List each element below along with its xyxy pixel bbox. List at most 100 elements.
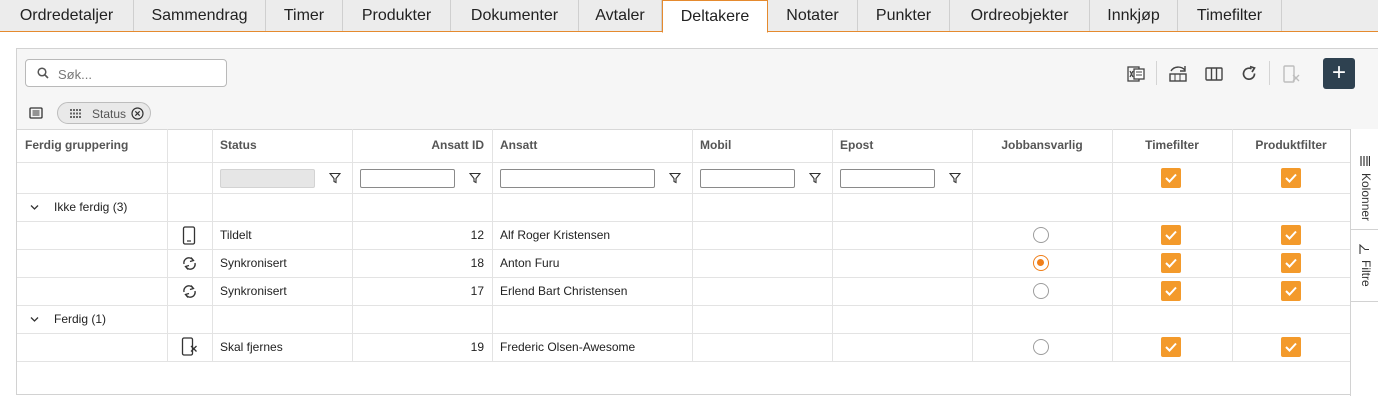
- checkmark-icon: [1165, 286, 1177, 296]
- tab-avtaler[interactable]: Avtaler: [579, 0, 662, 31]
- ansatt-cell: Frederic Olsen-Awesome: [500, 340, 636, 354]
- column-header-jobbansvarlig[interactable]: Jobbansvarlig: [972, 129, 1112, 162]
- tab-ordredetaljer[interactable]: Ordredetaljer: [0, 0, 134, 31]
- status-cell: Synkronisert: [220, 284, 287, 298]
- ansatt-id-cell: 12: [470, 228, 484, 242]
- status-cell: Synkronisert: [220, 256, 287, 270]
- sync-icon: [183, 257, 196, 270]
- tab-produkter[interactable]: Produkter: [343, 0, 451, 31]
- row-divider: [17, 249, 1350, 250]
- produktfilter-checkbox[interactable]: [1281, 281, 1301, 301]
- jobbansvarlig-radio[interactable]: [1033, 339, 1049, 355]
- timefilter-checkbox[interactable]: [1161, 337, 1181, 357]
- ansatt-filter-input[interactable]: [500, 169, 655, 188]
- search-input[interactable]: [56, 64, 220, 84]
- mobil-filter-input[interactable]: [700, 169, 795, 188]
- row-divider: [17, 162, 1350, 163]
- toolbar-divider: [1269, 61, 1270, 85]
- filter-icon[interactable]: [329, 172, 341, 184]
- group-label-ferdig[interactable]: Ferdig (1): [54, 306, 106, 333]
- tab-timer[interactable]: Timer: [266, 0, 343, 31]
- columns-panel-toggle[interactable]: Kolonner: [1351, 129, 1378, 230]
- excel-export-icon[interactable]: [1125, 63, 1147, 85]
- remove-device-icon[interactable]: [1280, 63, 1302, 85]
- filter-icon[interactable]: [809, 172, 821, 184]
- filter-icon[interactable]: [949, 172, 961, 184]
- jobbansvarlig-radio[interactable]: [1033, 255, 1049, 271]
- grid-toolbar: +: [17, 49, 1378, 99]
- row-divider: [17, 221, 1350, 222]
- produktfilter-select-all-checkbox[interactable]: [1281, 168, 1301, 188]
- column-divider: [972, 129, 973, 362]
- chevron-down-icon[interactable]: [30, 204, 39, 211]
- toolbar-divider: [1156, 61, 1157, 85]
- filter-icon[interactable]: [669, 172, 681, 184]
- mobile-phone-icon: [182, 226, 196, 245]
- column-header-epost[interactable]: Epost: [832, 129, 972, 162]
- tab-punkter[interactable]: Punkter: [858, 0, 950, 31]
- produktfilter-checkbox[interactable]: [1281, 253, 1301, 273]
- columns-panel-label: Kolonner: [1359, 173, 1373, 222]
- timefilter-checkbox[interactable]: [1161, 225, 1181, 245]
- timefilter-checkbox[interactable]: [1161, 281, 1181, 301]
- checkmark-icon: [1285, 286, 1297, 296]
- ansatt-cell: Anton Furu: [500, 256, 560, 270]
- search-icon: [37, 67, 49, 79]
- timefilter-select-all-checkbox[interactable]: [1161, 168, 1181, 188]
- tab-ordreobjekter[interactable]: Ordreobjekter: [950, 0, 1090, 31]
- add-participant-button[interactable]: +: [1323, 58, 1355, 89]
- remove-group-icon[interactable]: [131, 107, 144, 120]
- tab-innkjop[interactable]: Innkjøp: [1090, 0, 1178, 31]
- chevron-down-icon[interactable]: [30, 316, 39, 323]
- side-tool-panel: Kolonner Filtre: [1350, 129, 1378, 396]
- column-header-ansatt[interactable]: Ansatt: [492, 129, 692, 162]
- epost-filter-input[interactable]: [840, 169, 935, 188]
- jobbansvarlig-radio[interactable]: [1033, 227, 1049, 243]
- tab-timefilter[interactable]: Timefilter: [1178, 0, 1282, 31]
- row-divider: [17, 305, 1350, 306]
- filters-panel-toggle[interactable]: Filtre: [1351, 229, 1378, 302]
- jobbansvarlig-radio[interactable]: [1033, 283, 1049, 299]
- status-group-chip[interactable]: Status: [57, 102, 151, 124]
- filters-panel-label: Filtre: [1359, 260, 1373, 287]
- ansatt-cell: Erlend Bart Christensen: [500, 284, 628, 298]
- row-divider: [17, 277, 1350, 278]
- tab-deltakere[interactable]: Deltakere: [662, 0, 768, 33]
- checkmark-icon: [1285, 230, 1297, 240]
- column-header-produktfilter[interactable]: Produktfilter: [1232, 129, 1350, 162]
- ansatt-cell: Alf Roger Kristensen: [500, 228, 611, 242]
- search-box[interactable]: [25, 59, 227, 87]
- column-divider: [1112, 129, 1113, 362]
- timefilter-checkbox[interactable]: [1161, 253, 1181, 273]
- columns-icon[interactable]: [1203, 63, 1225, 85]
- group-label-ikke-ferdig[interactable]: Ikke ferdig (3): [54, 194, 127, 221]
- filter-icon[interactable]: [469, 172, 481, 184]
- column-header-mobil[interactable]: Mobil: [692, 129, 832, 162]
- checkmark-icon: [1165, 173, 1177, 183]
- column-header-timefilter[interactable]: Timefilter: [1112, 129, 1232, 162]
- tab-sammendrag[interactable]: Sammendrag: [134, 0, 266, 31]
- group-panel-icon[interactable]: [29, 106, 43, 120]
- filter-icon: [1359, 244, 1369, 254]
- ansatt-id-cell: 17: [470, 284, 484, 298]
- drag-handle-icon[interactable]: [70, 109, 82, 118]
- group-rows-icon[interactable]: [1167, 63, 1189, 85]
- status-filter-input: [220, 169, 315, 188]
- produktfilter-checkbox[interactable]: [1281, 337, 1301, 357]
- checkmark-icon: [1285, 258, 1297, 268]
- ansatt-id-filter-input[interactable]: [360, 169, 455, 188]
- group-by-bar: Status: [17, 98, 1378, 130]
- column-header-status[interactable]: Status: [212, 129, 352, 162]
- column-divider: [167, 129, 168, 362]
- refresh-icon[interactable]: [1238, 63, 1260, 85]
- tab-dokumenter[interactable]: Dokumenter: [451, 0, 579, 31]
- column-divider: [832, 129, 833, 362]
- produktfilter-checkbox[interactable]: [1281, 225, 1301, 245]
- column-header-ferdig-gruppering[interactable]: Ferdig gruppering: [17, 129, 167, 162]
- column-divider: [1232, 129, 1233, 362]
- column-header-ansatt-id[interactable]: Ansatt ID: [352, 129, 492, 162]
- status-cell: Tildelt: [220, 228, 252, 242]
- column-divider: [692, 129, 693, 362]
- tab-notater[interactable]: Notater: [768, 0, 858, 31]
- participants-panel: + Status Ferdig grup: [16, 48, 1378, 396]
